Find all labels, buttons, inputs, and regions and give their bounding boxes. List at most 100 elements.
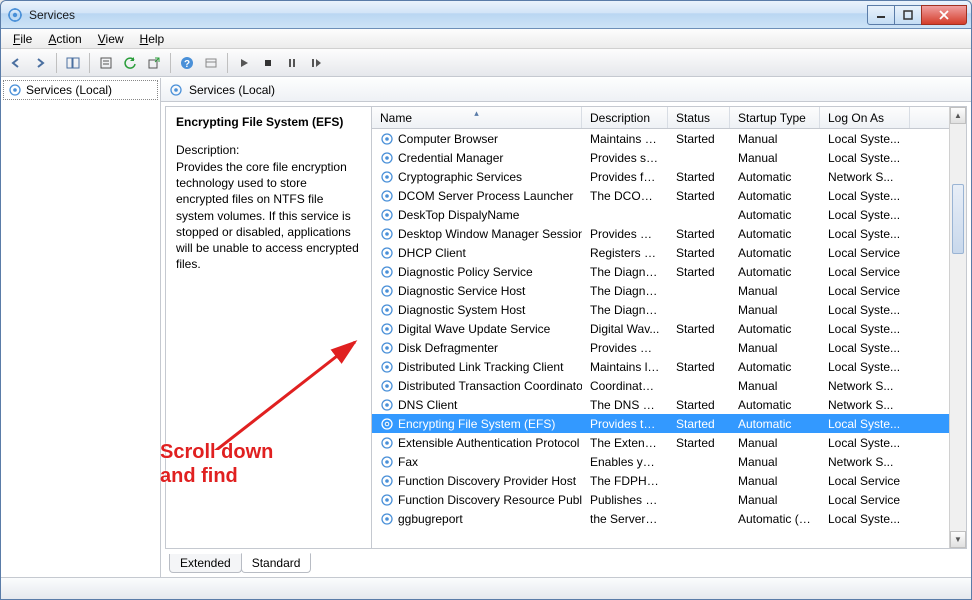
titlebar[interactable]: Services — [1, 1, 971, 29]
row-name: DCOM Server Process Launcher — [398, 189, 573, 203]
scroll-track[interactable] — [950, 124, 966, 531]
row-name: DeskTop DispalyName — [398, 208, 519, 222]
row-description: Publishes th... — [582, 493, 668, 507]
service-row[interactable]: Diagnostic Service Host The Diagno... Manu… — [372, 281, 966, 300]
row-status: Started — [668, 246, 730, 260]
row-startup: Manual — [730, 284, 820, 298]
service-row[interactable]: Cryptographic ServicesProvides fo...Star… — [372, 167, 966, 186]
tree-item-label: Services (Local) — [26, 83, 112, 97]
service-row[interactable]: Distributed Link Tracking ClientMaintain… — [372, 357, 966, 376]
start-service-button[interactable] — [233, 52, 255, 74]
row-description: Registers an... — [582, 246, 668, 260]
row-name: Function Discovery Provider Host — [398, 474, 576, 488]
row-name: Cryptographic Services — [398, 170, 522, 184]
gear-icon — [380, 322, 394, 336]
menu-view[interactable]: View — [90, 30, 132, 48]
row-description: The Diagno... — [582, 284, 668, 298]
row-name: ggbugreport — [398, 512, 463, 526]
gear-icon — [380, 379, 394, 393]
service-row[interactable]: DCOM Server Process LauncherThe DCOM...S… — [372, 186, 966, 205]
console-tree[interactable]: Services (Local) — [1, 78, 161, 577]
row-description: Provides se... — [582, 151, 668, 165]
tab-extended[interactable]: Extended — [169, 554, 242, 573]
scroll-up-button[interactable]: ▲ — [950, 107, 966, 124]
row-description: The DNS Cli... — [582, 398, 668, 412]
gear-icon — [380, 455, 394, 469]
gear-icon — [169, 83, 183, 97]
service-row[interactable]: DHCP ClientRegisters an...StartedAutomat… — [372, 243, 966, 262]
row-description: Provides Dis... — [582, 341, 668, 355]
service-row[interactable]: Computer BrowserMaintains a...StartedMan… — [372, 129, 966, 148]
row-name: Credential Manager — [398, 151, 503, 165]
row-logon: Local Syste... — [820, 132, 910, 146]
maximize-button[interactable] — [894, 5, 922, 25]
gear-icon — [380, 493, 394, 507]
row-logon: Local Syste... — [820, 360, 910, 374]
scroll-thumb[interactable] — [952, 184, 964, 254]
minimize-button[interactable] — [867, 5, 895, 25]
gear-icon — [380, 512, 394, 526]
row-startup: Automatic — [730, 246, 820, 260]
row-logon: Local Syste... — [820, 436, 910, 450]
service-row[interactable]: Digital Wave Update ServiceDigital Wav..… — [372, 319, 966, 338]
menu-help[interactable]: Help — [132, 30, 173, 48]
help-button[interactable]: ? — [176, 52, 198, 74]
column-startup[interactable]: Startup Type — [730, 107, 820, 128]
vertical-scrollbar[interactable]: ▲ ▼ — [949, 107, 966, 548]
service-row[interactable]: Disk DefragmenterProvides Dis...ManualLo… — [372, 338, 966, 357]
row-startup: Manual — [730, 303, 820, 317]
toolbar-button[interactable] — [200, 52, 222, 74]
export-button[interactable] — [143, 52, 165, 74]
tab-standard[interactable]: Standard — [241, 553, 312, 573]
service-row[interactable]: Desktop Window Manager Session...Provide… — [372, 224, 966, 243]
window-title: Services — [29, 8, 868, 22]
show-hide-tree-button[interactable] — [62, 52, 84, 74]
list-body[interactable]: Computer BrowserMaintains a...StartedMan… — [372, 129, 966, 548]
pause-service-button[interactable] — [281, 52, 303, 74]
service-row[interactable]: Diagnostic Policy ServiceThe Diagno...St… — [372, 262, 966, 281]
column-logon[interactable]: Log On As — [820, 107, 910, 128]
gear-icon — [380, 246, 394, 260]
row-logon: Local Service — [820, 493, 910, 507]
service-row[interactable]: DNS ClientThe DNS Cli...StartedAutomatic… — [372, 395, 966, 414]
service-row[interactable]: Credential ManagerProvides se...ManualLo… — [372, 148, 966, 167]
close-button[interactable] — [921, 5, 967, 25]
menu-file[interactable]: File — [5, 30, 40, 48]
forward-button[interactable] — [29, 52, 51, 74]
column-description[interactable]: Description — [582, 107, 668, 128]
scroll-down-button[interactable]: ▼ — [950, 531, 966, 548]
toolbar: ? — [1, 49, 971, 77]
service-row[interactable]: Function Discovery Resource Publi...Publ… — [372, 490, 966, 509]
properties-button[interactable] — [95, 52, 117, 74]
service-row[interactable]: Diagnostic System HostThe Diagno...Manua… — [372, 300, 966, 319]
service-row[interactable]: FaxEnables you...ManualNetwork S... — [372, 452, 966, 471]
gear-icon — [380, 398, 394, 412]
gear-icon — [380, 303, 394, 317]
stop-service-button[interactable] — [257, 52, 279, 74]
row-name: DNS Client — [398, 398, 457, 412]
row-logon: Local Syste... — [820, 322, 910, 336]
row-description: The Diagno... — [582, 303, 668, 317]
description-text: Provides the core file encryption techno… — [176, 159, 361, 272]
service-row[interactable]: Extensible Authentication ProtocolThe Ex… — [372, 433, 966, 452]
restart-service-button[interactable] — [305, 52, 327, 74]
column-name[interactable]: Name — [372, 107, 582, 128]
service-row[interactable]: DeskTop DispalyNameAutomaticLocal Syste.… — [372, 205, 966, 224]
column-status[interactable]: Status — [668, 107, 730, 128]
row-name: Encrypting File System (EFS) — [398, 417, 555, 431]
menu-action[interactable]: Action — [40, 30, 89, 48]
service-row[interactable]: Function Discovery Provider HostThe FDPH… — [372, 471, 966, 490]
service-row[interactable]: Encrypting File System (EFS)Provides th.… — [372, 414, 966, 433]
service-row[interactable]: ggbugreportthe Server is...Automatic (D.… — [372, 509, 966, 528]
row-startup: Automatic — [730, 360, 820, 374]
service-row[interactable]: Distributed Transaction CoordinatorCoord… — [372, 376, 966, 395]
row-startup: Automatic — [730, 170, 820, 184]
row-name: Diagnostic Service Host — [398, 284, 525, 298]
refresh-button[interactable] — [119, 52, 141, 74]
row-startup: Automatic (D... — [730, 512, 820, 526]
back-button[interactable] — [5, 52, 27, 74]
detail-panel: Encrypting File System (EFS) Description… — [166, 107, 372, 548]
row-logon: Local Syste... — [820, 189, 910, 203]
gear-icon — [380, 341, 394, 355]
tree-services-local[interactable]: Services (Local) — [3, 80, 158, 100]
